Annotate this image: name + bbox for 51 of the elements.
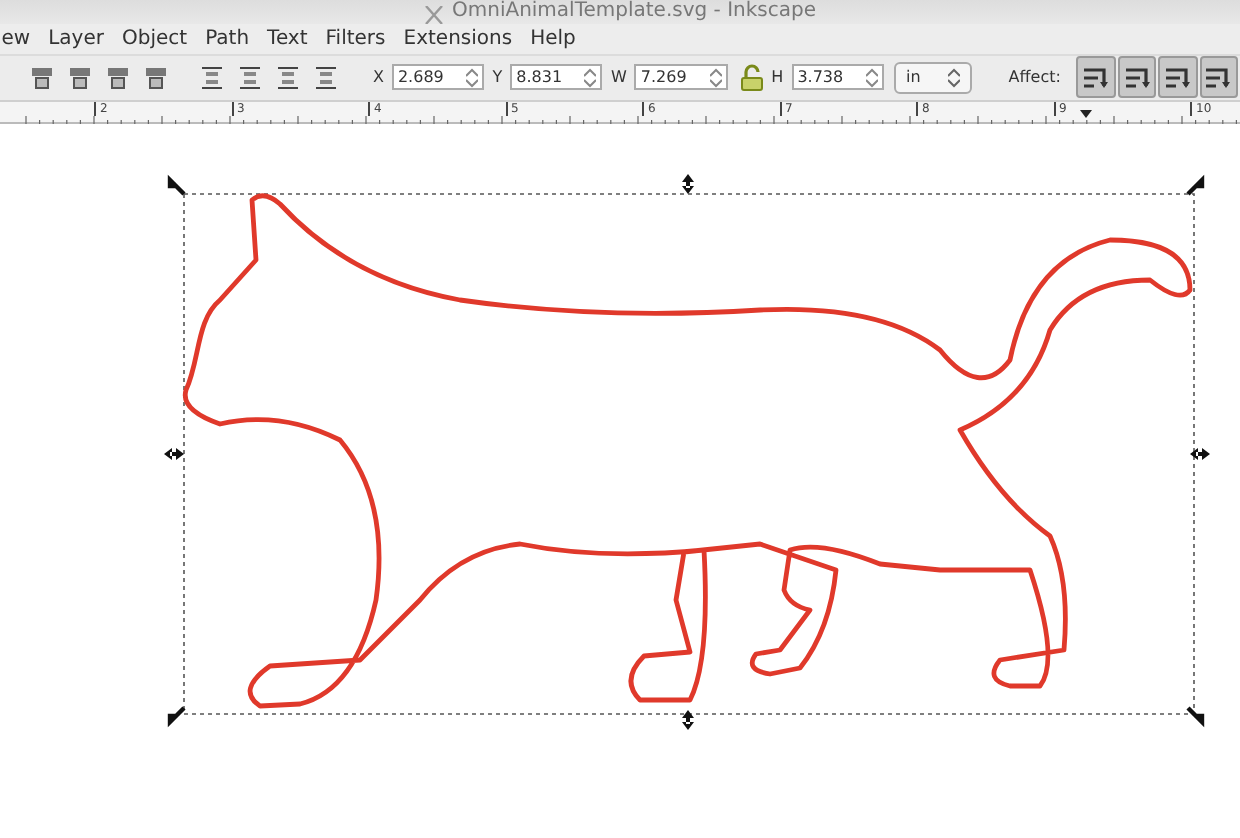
number-field[interactable]: 3.738 xyxy=(791,64,884,91)
menu-item[interactable]: Path xyxy=(205,28,250,51)
unit-dropdown[interactable]: in xyxy=(893,61,973,94)
lock-icon[interactable] xyxy=(739,63,764,92)
affect-toggle-button[interactable] xyxy=(1158,56,1198,99)
scale-handle-icon[interactable] xyxy=(167,705,187,725)
menu-item[interactable]: Text xyxy=(267,28,308,51)
layer-arrow-icon xyxy=(1204,63,1233,92)
layer-arrow-icon xyxy=(1082,63,1111,92)
number-field[interactable]: 7.269 xyxy=(634,64,728,91)
menu-item[interactable]: Layer xyxy=(48,28,104,51)
spin-arrows-icon[interactable] xyxy=(466,65,479,90)
x-logo-icon xyxy=(424,6,444,25)
layer-arrow-icon xyxy=(1123,63,1152,92)
stretch-handle-icon[interactable] xyxy=(682,174,694,195)
scale-handle-icon[interactable] xyxy=(1185,705,1205,725)
align-icon[interactable] xyxy=(66,63,94,92)
number-field[interactable]: 2.689 xyxy=(391,64,485,91)
affect-toggle-button[interactable] xyxy=(1076,56,1116,99)
field-label: X xyxy=(372,68,384,87)
distribute-icon[interactable] xyxy=(274,63,303,92)
layer-arrow-icon xyxy=(1163,63,1192,92)
stretch-handle-icon[interactable] xyxy=(682,710,694,731)
align-icon[interactable] xyxy=(142,63,170,92)
distribute-icon[interactable] xyxy=(198,63,227,92)
field-label: W xyxy=(610,68,627,87)
align-icon[interactable] xyxy=(28,63,56,92)
field-label: Y xyxy=(492,68,503,87)
affect-toggle-button[interactable] xyxy=(1117,56,1157,99)
scale-handle-icon[interactable] xyxy=(167,177,187,197)
stretch-handle-icon[interactable] xyxy=(164,448,184,461)
menu-item[interactable]: Object xyxy=(122,28,188,51)
affect-toggle-button[interactable] xyxy=(1199,56,1239,99)
field-label: H xyxy=(771,68,784,87)
spin-arrows-icon[interactable] xyxy=(865,65,878,90)
distribute-icon[interactable] xyxy=(236,63,265,92)
align-icon[interactable] xyxy=(104,63,132,92)
unit-value: in xyxy=(905,68,921,87)
scale-handle-icon[interactable] xyxy=(1185,177,1205,197)
window-title: OmniAnimalTemplate.svg - Inkscape xyxy=(452,0,816,25)
menu-item[interactable]: Help xyxy=(530,28,576,51)
spin-arrows-icon[interactable] xyxy=(584,65,597,90)
menu-item[interactable]: Extensions xyxy=(403,28,513,51)
distribute-icon[interactable] xyxy=(312,63,341,92)
menu-item[interactable]: Filters xyxy=(325,28,386,51)
caret-icon xyxy=(948,67,961,88)
menu-item[interactable]: iew xyxy=(0,28,31,51)
affect-label: Affect: xyxy=(1008,68,1061,87)
stretch-handle-icon[interactable] xyxy=(1190,448,1210,461)
spin-arrows-icon[interactable] xyxy=(709,65,722,90)
number-field[interactable]: 8.831 xyxy=(510,64,603,91)
